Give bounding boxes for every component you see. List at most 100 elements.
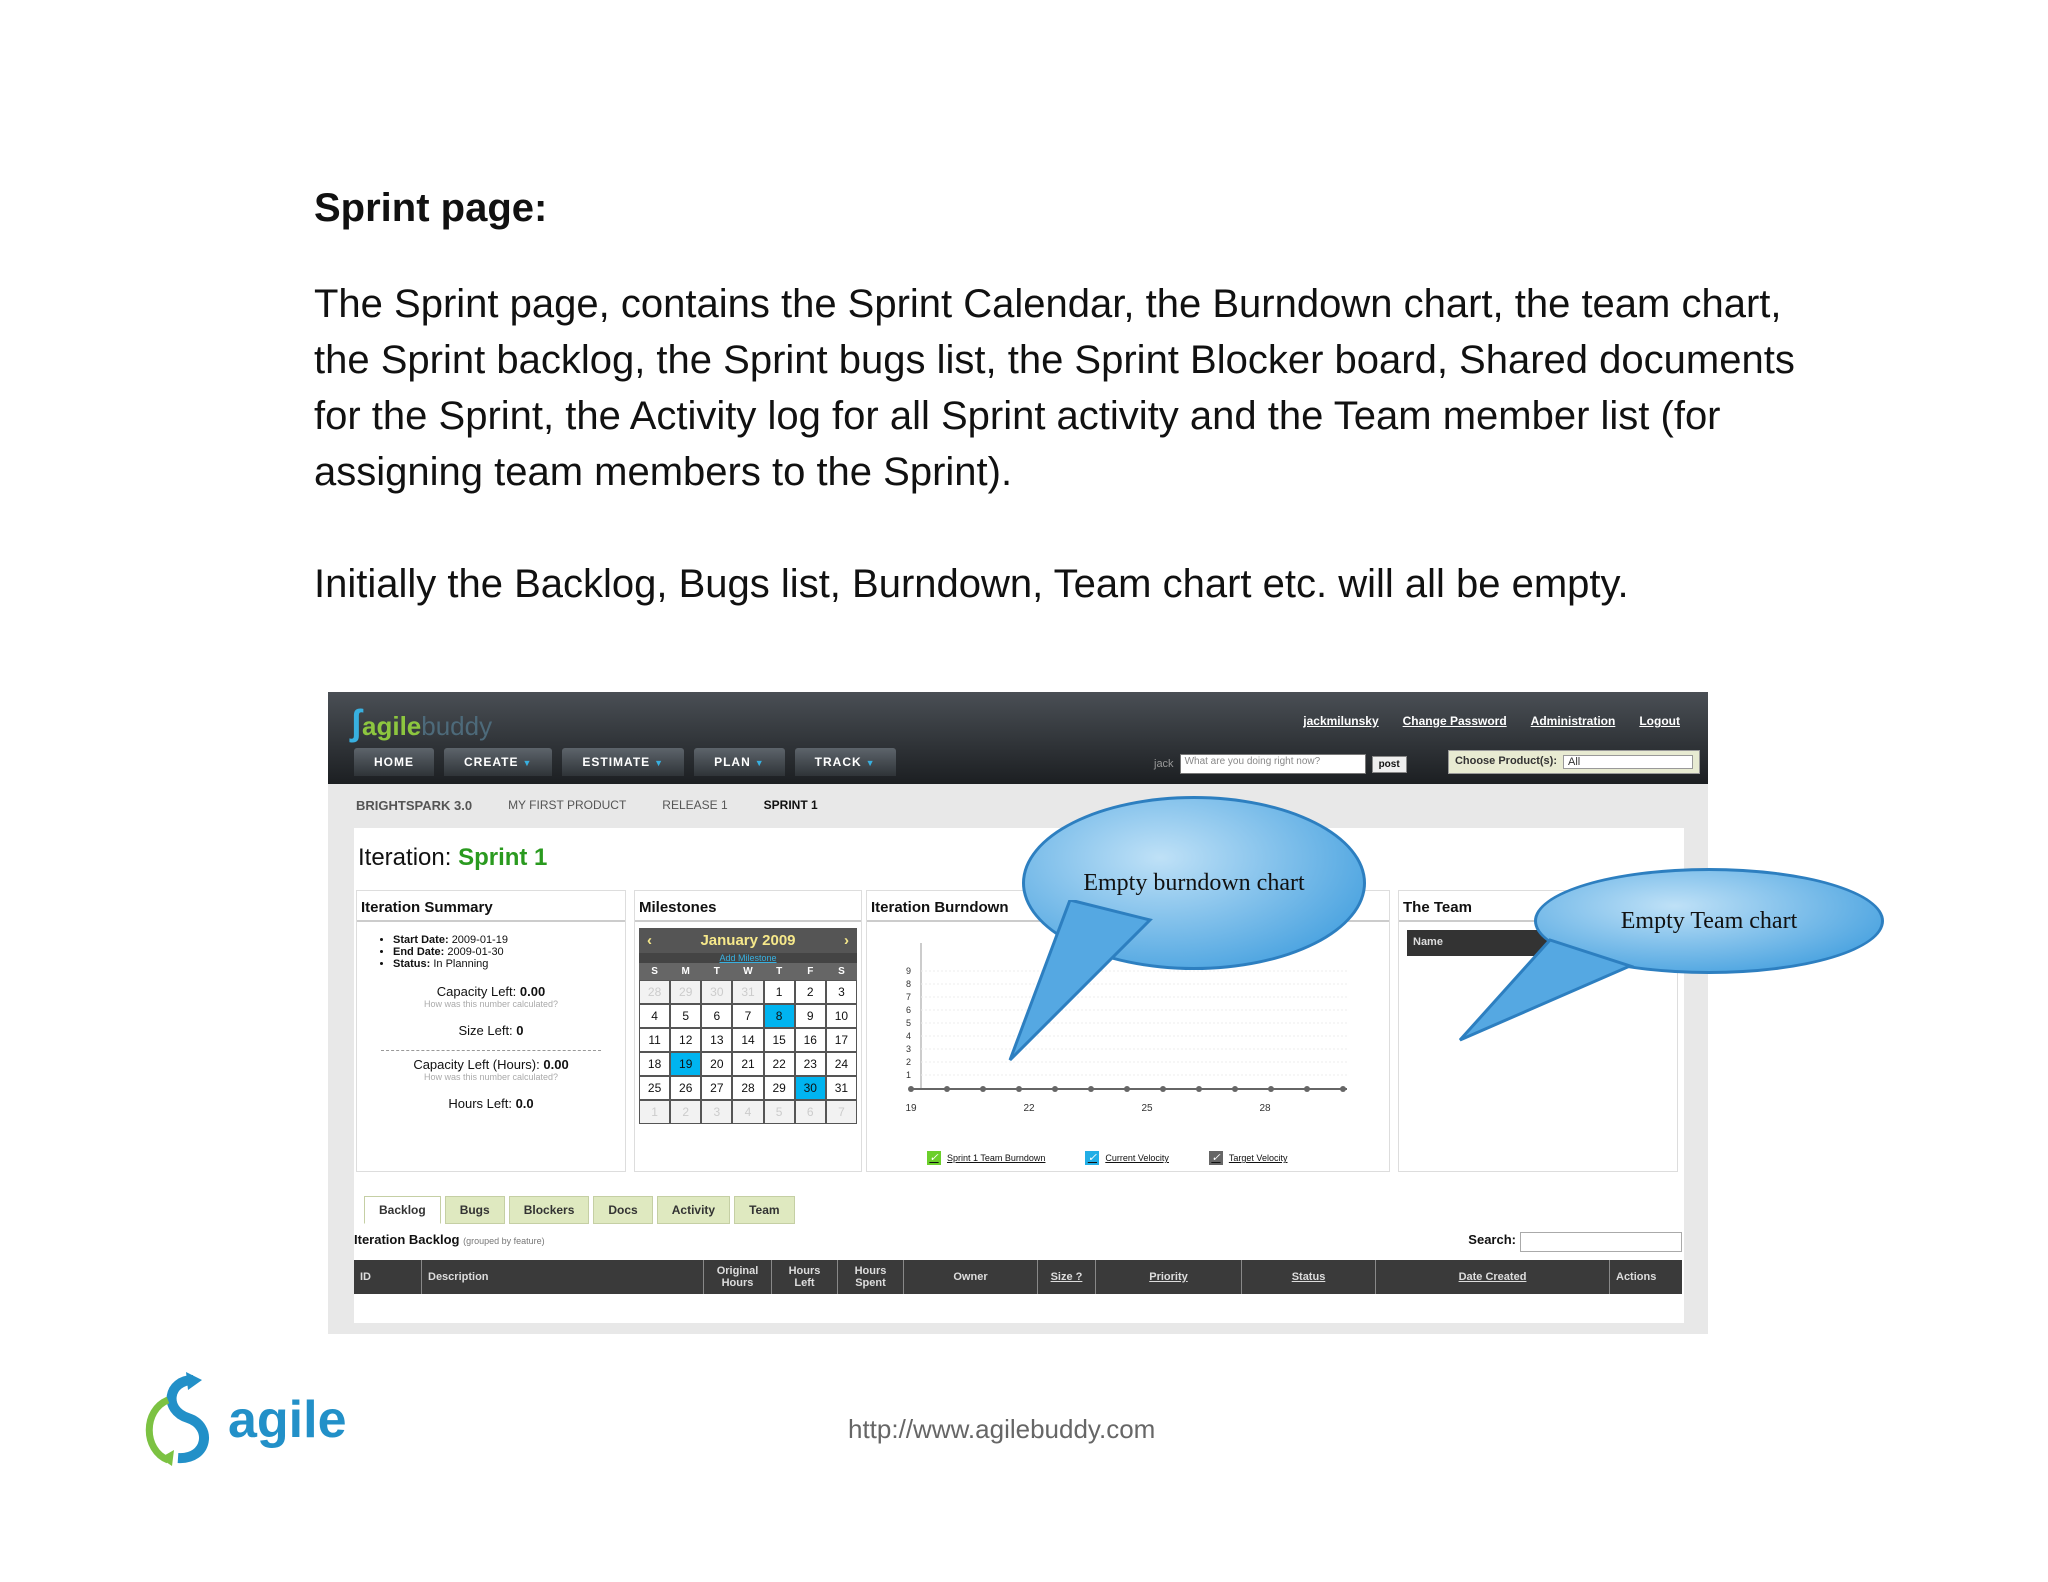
doc-paragraph-1: The Sprint page, contains the Sprint Cal… xyxy=(314,282,1795,494)
calendar-day[interactable]: 18 xyxy=(640,1053,670,1075)
tab-blockers[interactable]: Blockers xyxy=(508,1196,590,1224)
top-links: jackmilunsky Change Password Administrat… xyxy=(1303,714,1680,728)
start-date: Start Date: 2009-01-19 xyxy=(393,934,625,946)
calendar-day[interactable]: 10 xyxy=(826,1005,856,1027)
calendar-day[interactable]: 13 xyxy=(702,1029,732,1051)
breadcrumb-item[interactable]: MY FIRST PRODUCT xyxy=(508,798,626,813)
calendar-day[interactable]: 30 xyxy=(702,981,732,1003)
calendar-day[interactable]: 28 xyxy=(733,1077,763,1099)
column-header-sortable[interactable]: Size ? xyxy=(1038,1260,1096,1294)
tab-docs[interactable]: Docs xyxy=(593,1196,653,1224)
axis-point xyxy=(1124,1086,1130,1092)
calendar-day[interactable]: 1 xyxy=(764,981,794,1003)
calendar-day[interactable]: 9 xyxy=(795,1005,825,1027)
calendar-day[interactable]: 20 xyxy=(702,1053,732,1075)
next-month-icon[interactable]: › xyxy=(844,932,849,949)
calendar-day[interactable]: 16 xyxy=(795,1029,825,1051)
axis-point xyxy=(1088,1086,1094,1092)
tab-backlog[interactable]: Backlog xyxy=(364,1196,441,1224)
prev-month-icon[interactable]: ‹ xyxy=(647,932,652,949)
weekday-label: S xyxy=(825,963,857,980)
calendar-day[interactable]: 28 xyxy=(640,981,670,1003)
status-input[interactable]: What are you doing right now? xyxy=(1179,754,1366,774)
legend-item[interactable]: ✓ Sprint 1 Team Burndown xyxy=(927,1151,1045,1165)
calendar-month: January 2009 xyxy=(700,932,796,949)
calendar-day[interactable]: 19 xyxy=(671,1053,701,1075)
column-header-sortable[interactable]: Status xyxy=(1242,1260,1376,1294)
calendar-day[interactable]: 7 xyxy=(826,1101,856,1123)
user-link[interactable]: jackmilunsky xyxy=(1303,714,1378,728)
calendar-day[interactable]: 5 xyxy=(764,1101,794,1123)
y-tick-label: 4 xyxy=(906,1031,911,1041)
logout-link[interactable]: Logout xyxy=(1639,714,1680,728)
calc-hint-link[interactable]: How was this number calculated? xyxy=(357,999,625,1009)
calendar-day[interactable]: 4 xyxy=(640,1005,670,1027)
calendar-day[interactable]: 31 xyxy=(826,1077,856,1099)
calendar-day[interactable]: 14 xyxy=(733,1029,763,1051)
column-header-sortable[interactable]: Priority xyxy=(1096,1260,1242,1294)
calendar-day[interactable]: 27 xyxy=(702,1077,732,1099)
calendar-day[interactable]: 17 xyxy=(826,1029,856,1051)
chevron-down-icon: ▼ xyxy=(654,758,665,768)
calendar-day[interactable]: 4 xyxy=(733,1101,763,1123)
footer-logo: agile xyxy=(138,1370,347,1470)
calendar-day[interactable]: 7 xyxy=(733,1005,763,1027)
product-select[interactable]: All xyxy=(1563,755,1693,769)
nav-create-label: CREATE xyxy=(464,755,519,769)
tab-team[interactable]: Team xyxy=(734,1196,795,1224)
axis-point xyxy=(980,1086,986,1092)
axis-point xyxy=(1304,1086,1310,1092)
calendar-day[interactable]: 3 xyxy=(702,1101,732,1123)
calendar-day[interactable]: 29 xyxy=(671,981,701,1003)
app-logo[interactable]: ʃagilebuddy xyxy=(350,702,492,744)
calendar-day[interactable]: 22 xyxy=(764,1053,794,1075)
footer-url[interactable]: http://www.agilebuddy.com xyxy=(848,1414,1155,1445)
calendar-day[interactable]: 23 xyxy=(795,1053,825,1075)
nav-create[interactable]: CREATE ▼ xyxy=(444,748,553,776)
calendar-day[interactable]: 30 xyxy=(795,1077,825,1099)
nav-home[interactable]: HOME xyxy=(354,748,434,776)
legend-item[interactable]: ✓ Target Velocity xyxy=(1208,1151,1287,1165)
calendar-day[interactable]: 8 xyxy=(764,1005,794,1027)
calendar-day[interactable]: 31 xyxy=(733,981,763,1003)
add-milestone-link[interactable]: Add Milestone xyxy=(639,953,857,963)
change-password-link[interactable]: Change Password xyxy=(1403,714,1507,728)
breadcrumb-item[interactable]: BRIGHTSPARK 3.0 xyxy=(356,798,472,813)
legend-item[interactable]: ✓ Current Velocity xyxy=(1085,1151,1169,1165)
size-label: Size Left: xyxy=(458,1023,513,1038)
calendar-day[interactable]: 26 xyxy=(671,1077,701,1099)
calendar-day[interactable]: 24 xyxy=(826,1053,856,1075)
calendar-days: 28 29 30 31 1 2 3 4 5 6 7 8 9 10 11 12 13 14 15 16 17 18 19 20 2… xyxy=(639,980,857,1124)
nav-estimate[interactable]: ESTIMATE ▼ xyxy=(562,748,685,776)
weekday-label: T xyxy=(763,963,795,980)
calendar-day[interactable]: 6 xyxy=(795,1101,825,1123)
weekday-label: F xyxy=(794,963,826,980)
callout-burndown-tail xyxy=(1008,900,1153,1062)
tab-activity[interactable]: Activity xyxy=(656,1196,731,1224)
calendar-day[interactable]: 5 xyxy=(671,1005,701,1027)
main-nav: HOME CREATE ▼ ESTIMATE ▼ PLAN ▼ TRACK ▼ xyxy=(354,748,896,776)
calendar-day[interactable]: 29 xyxy=(764,1077,794,1099)
calendar-day[interactable]: 2 xyxy=(671,1101,701,1123)
calendar-day[interactable]: 25 xyxy=(640,1077,670,1099)
calendar-day[interactable]: 12 xyxy=(671,1029,701,1051)
calendar-weekdays: SMTWTFS xyxy=(639,963,857,980)
calendar-day[interactable]: 15 xyxy=(764,1029,794,1051)
search-input[interactable] xyxy=(1520,1232,1682,1252)
calendar-day[interactable]: 2 xyxy=(795,981,825,1003)
calendar-day[interactable]: 3 xyxy=(826,981,856,1003)
nav-track[interactable]: TRACK ▼ xyxy=(794,748,896,776)
tab-bugs[interactable]: Bugs xyxy=(444,1196,505,1224)
administration-link[interactable]: Administration xyxy=(1531,714,1616,728)
breadcrumb-item[interactable]: RELEASE 1 xyxy=(662,798,727,813)
nav-plan[interactable]: PLAN ▼ xyxy=(694,748,785,776)
post-button[interactable]: post xyxy=(1371,755,1407,773)
calendar-day[interactable]: 21 xyxy=(733,1053,763,1075)
column-header: Description xyxy=(422,1260,704,1294)
column-header-sortable[interactable]: Date Created xyxy=(1376,1260,1610,1294)
calendar-day[interactable]: 11 xyxy=(640,1029,670,1051)
doc-paragraph-2: Initially the Backlog, Bugs list, Burndo… xyxy=(314,562,1629,606)
calendar-day[interactable]: 1 xyxy=(640,1101,670,1123)
calendar-day[interactable]: 6 xyxy=(702,1005,732,1027)
calc-hint-link[interactable]: How was this number calculated? xyxy=(357,1072,625,1082)
